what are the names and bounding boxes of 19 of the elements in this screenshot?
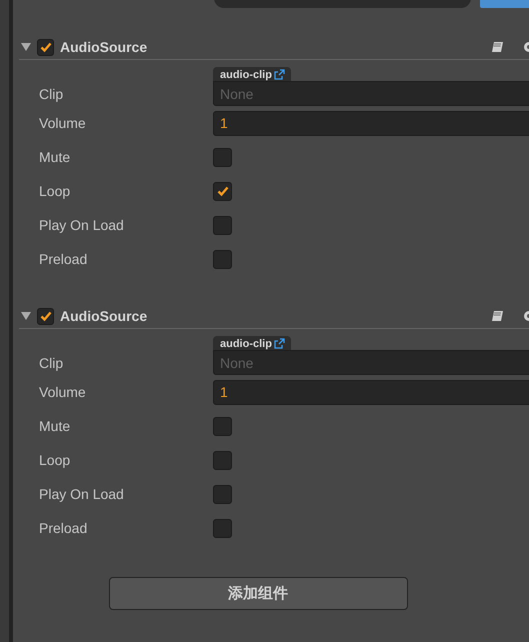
property-label: Volume	[39, 115, 87, 131]
add-component-button[interactable]: 添加组件	[108, 577, 408, 610]
property-label: Clip	[39, 86, 64, 104]
property-label: Mute	[39, 149, 72, 165]
asset-type-label: audio-clip	[220, 338, 272, 350]
property-label: Preload	[39, 520, 88, 536]
property-label: Loop	[39, 183, 72, 199]
property-label: Play On Load	[39, 486, 125, 502]
asset-type-label: audio-clip	[220, 68, 272, 80]
property-label: Preload	[39, 251, 88, 267]
component-title: AudioSource	[60, 39, 148, 55]
property-label: Play On Load	[39, 217, 125, 233]
number-field[interactable]: 1	[213, 110, 529, 136]
property-label: Mute	[39, 418, 72, 434]
component-title: AudioSource	[60, 308, 148, 324]
property-label: Volume	[39, 384, 87, 400]
property-label: Loop	[39, 452, 72, 468]
number-field[interactable]: 1	[213, 380, 529, 404]
property-label: Clip	[39, 355, 64, 373]
